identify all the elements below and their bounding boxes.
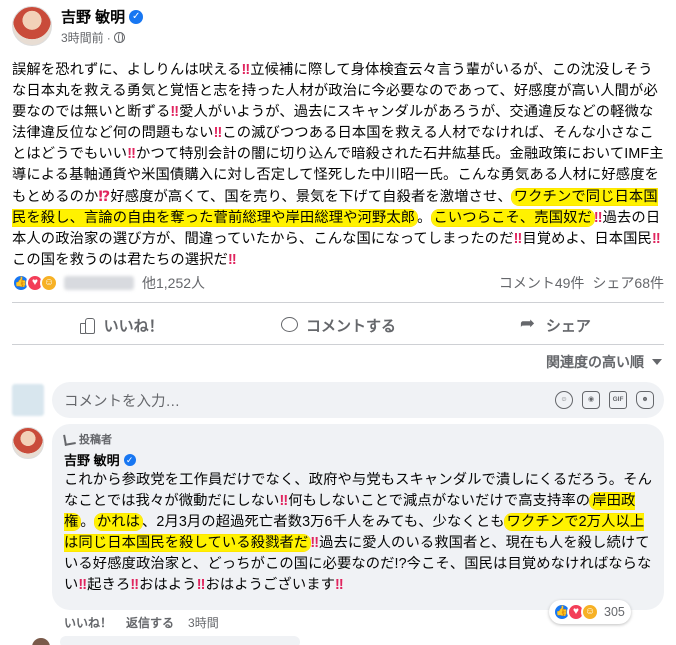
post-stats: コメント49件 シェア68件 xyxy=(499,273,664,293)
share-label: シェア xyxy=(545,317,591,335)
double-exclamation-emoji: ‼ xyxy=(130,577,140,593)
reply-like-button[interactable]: いいね！ xyxy=(64,614,112,631)
reply-reply-button[interactable]: 返信する xyxy=(126,614,174,631)
author-name[interactable]: 吉野 敏明 xyxy=(61,6,125,27)
double-exclamation-emoji: ‼ xyxy=(310,535,320,551)
author-avatar[interactable] xyxy=(12,6,52,46)
blurred-reactor-names xyxy=(64,276,134,290)
reply-author-name[interactable]: 吉野 敏明 xyxy=(64,450,120,469)
reply-reaction-count: 305 xyxy=(604,605,625,619)
reaction-count[interactable]: 他1,252人 xyxy=(142,273,205,293)
like-button[interactable]: いいね！ xyxy=(12,308,229,342)
post-meta: 3時間前 · xyxy=(61,29,143,46)
camera-icon[interactable]: ◉ xyxy=(582,391,600,409)
share-count[interactable]: シェア68件 xyxy=(592,273,664,293)
emoji-icon[interactable]: ☺ xyxy=(555,391,573,409)
pen-icon xyxy=(63,432,76,446)
double-exclamation-emoji: ‼ xyxy=(170,104,180,121)
gif-icon[interactable]: GIF xyxy=(609,391,627,409)
text-segment: 好感度が高くて、国を売り、景気を下げて自殺者を激増させ、 xyxy=(110,188,512,205)
comment-label: コメントする xyxy=(305,317,396,335)
text-segment: 。 xyxy=(80,514,95,530)
author-name-row: 吉野 敏明 ✓ xyxy=(61,6,144,27)
double-exclamation-emoji: ‼ xyxy=(213,125,223,142)
like-label: いいね！ xyxy=(103,317,164,335)
share-arrow-icon xyxy=(520,313,538,334)
next-comment-bubble xyxy=(60,636,300,645)
care-reaction-icon: ☺ xyxy=(40,274,58,292)
share-button[interactable]: シェア xyxy=(447,308,664,342)
text-segment: おはよう xyxy=(139,577,197,593)
comment-composer: コメントを入力… ☺ ◉ GIF ☻ xyxy=(12,382,664,418)
comment-bubble-icon xyxy=(280,316,298,334)
double-exclamation-emoji: ‼ xyxy=(227,251,237,268)
double-exclamation-emoji: ‼ xyxy=(651,230,661,247)
text-segment: 目覚めよ、日本国民 xyxy=(522,230,652,247)
verified-badge-icon: ✓ xyxy=(123,453,136,466)
caret-down-icon xyxy=(652,359,662,365)
sort-label: 関連度の高い順 xyxy=(546,354,644,370)
highlighted-text: こいつらこそ、売国奴だ xyxy=(431,209,594,226)
comment-count[interactable]: コメント49件 xyxy=(499,273,585,293)
reply-actions: いいね！ 返信する 3時間 xyxy=(64,614,219,631)
author-reply-comment: 投稿者 吉野 敏明 ✓ これから参政党を工作員だけでなく、政府や与党もスキャンダ… xyxy=(52,424,664,610)
text-segment: 。 xyxy=(417,209,432,226)
reaction-icons[interactable]: 👍 ♥ ☺ xyxy=(12,274,58,292)
double-exclamation-emoji: ‼ xyxy=(78,577,88,593)
text-segment: おはようございます xyxy=(205,577,336,593)
double-exclamation-emoji: ‼ xyxy=(335,577,344,593)
globe-icon xyxy=(113,32,125,43)
reply-reactions[interactable]: 👍 ♥ ☺ 305 xyxy=(549,600,631,624)
post-action-bar: いいね！ コメントする シェア xyxy=(12,308,664,342)
reply-text: これから参政党を工作員だけでなく、政府や与党もスキャンダルで潰しにくるだろう。そ… xyxy=(64,470,652,596)
author-badge: 投稿者 xyxy=(63,431,652,447)
text-segment: 起きろ xyxy=(87,577,131,593)
current-user-avatar[interactable] xyxy=(12,384,44,416)
comment-sort-dropdown[interactable]: 関連度の高い順 xyxy=(546,352,662,372)
author-badge-label: 投稿者 xyxy=(79,434,112,446)
thumbs-up-icon xyxy=(78,316,96,334)
double-exclamation-emoji: ⁉ xyxy=(98,188,111,205)
next-comment-avatar[interactable] xyxy=(32,638,50,645)
sticker-icon[interactable]: ☻ xyxy=(636,391,654,409)
post-text: 誤解を恐れずに、よしりんは吠える‼立候補に際して身体検査云々言う輩がいるが、この… xyxy=(12,60,664,271)
comment-tools: ☺ ◉ GIF ☻ xyxy=(555,391,654,409)
reply-time[interactable]: 3時間 xyxy=(188,614,219,631)
highlighted-text: かれは xyxy=(94,514,143,530)
post-time[interactable]: 3時間前 xyxy=(61,29,104,46)
post-header: 吉野 敏明 ✓ 3時間前 · xyxy=(12,6,144,46)
author-block: 吉野 敏明 ✓ 3時間前 · xyxy=(61,6,144,46)
verified-badge-icon: ✓ xyxy=(129,9,144,24)
divider xyxy=(12,302,664,303)
reactions-bar: 👍 ♥ ☺ 他1,252人 コメント49件 シェア68件 xyxy=(12,272,664,294)
double-exclamation-emoji: ‼ xyxy=(593,209,603,226)
double-exclamation-emoji: ‼ xyxy=(279,493,289,509)
double-exclamation-emoji: ‼ xyxy=(241,62,251,78)
divider xyxy=(12,344,664,345)
reply-author-avatar[interactable] xyxy=(12,427,44,459)
care-reaction-icon: ☺ xyxy=(581,603,599,621)
comment-button[interactable]: コメントする xyxy=(229,308,446,342)
double-exclamation-emoji: ‼ xyxy=(127,146,136,163)
reply-author-row: 吉野 敏明 ✓ xyxy=(64,450,652,469)
text-segment: この国を救うのは君たちの選択だ xyxy=(12,251,228,268)
comment-placeholder: コメントを入力… xyxy=(64,393,180,410)
reply-reaction-icons: 👍 ♥ ☺ xyxy=(553,603,599,621)
text-segment: 誤解を恐れずに、よしりんは吠える xyxy=(12,62,242,78)
comment-input[interactable]: コメントを入力… ☺ ◉ GIF ☻ xyxy=(52,382,664,418)
text-segment: 何もしないことで減点がないだけで高支持率の xyxy=(288,493,591,509)
text-segment: 、2月3月の超過死亡者数3万6千人をみても、少なくとも xyxy=(142,514,505,530)
